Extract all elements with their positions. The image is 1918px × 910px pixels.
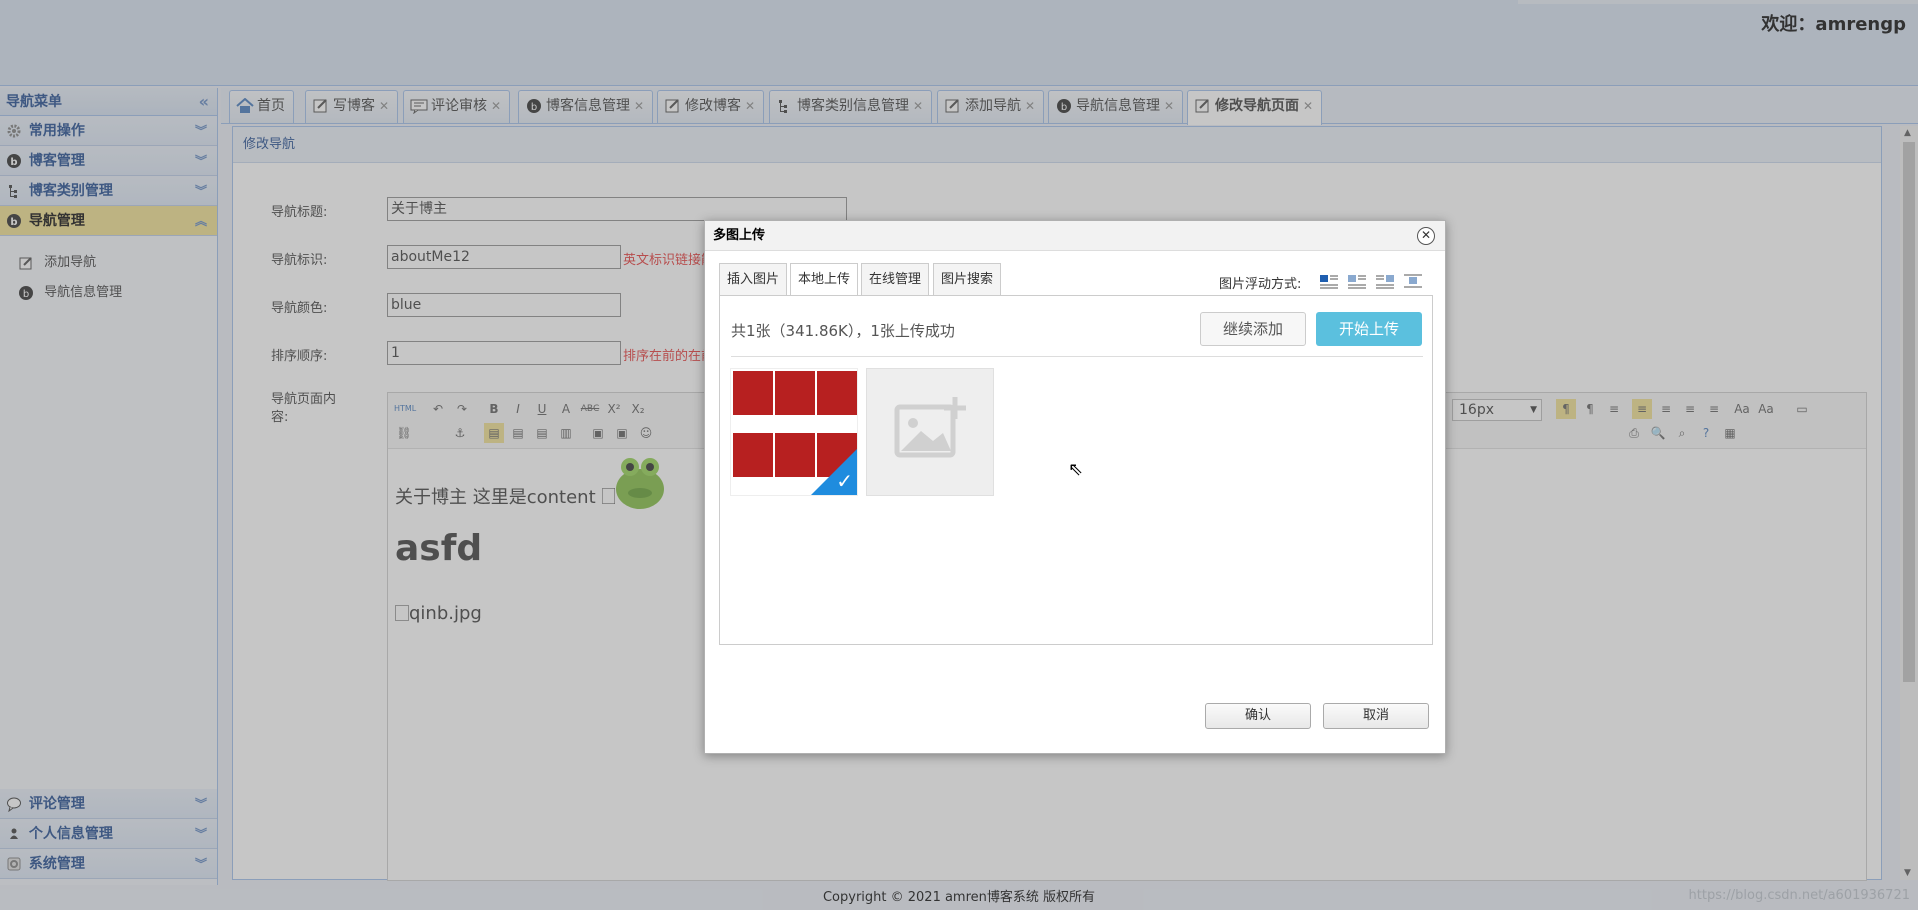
tab-insert-image[interactable]: 插入图片 (719, 263, 788, 295)
poster-image (775, 433, 815, 495)
cancel-button[interactable]: 取消 (1323, 703, 1429, 729)
tab-online-manage[interactable]: 在线管理 (861, 263, 930, 295)
mouse-cursor: ⇖ (1068, 459, 1084, 480)
tab-local-upload[interactable]: 本地上传 (790, 263, 859, 296)
float-right-icon[interactable] (1375, 273, 1395, 289)
confirm-button[interactable]: 确认 (1205, 703, 1311, 729)
multi-image-upload-dialog: 多图上传 ✕ 插入图片 本地上传 在线管理 图片搜索 图片浮动方式: 共1张（3… (704, 220, 1446, 754)
float-mode-label: 图片浮动方式: (1219, 277, 1302, 292)
add-image-icon (894, 397, 966, 458)
uploaded-image-thumbnail[interactable]: ✓ (730, 368, 858, 496)
poster-image (733, 371, 773, 433)
add-image-placeholder[interactable] (866, 368, 994, 496)
upload-divider (731, 356, 1423, 357)
poster-image (775, 371, 815, 433)
start-upload-button[interactable]: 开始上传 (1316, 312, 1422, 346)
float-left-icon[interactable] (1347, 273, 1367, 289)
dialog-title: 多图上传 (705, 221, 1445, 251)
float-center-icon[interactable] (1403, 273, 1423, 289)
poster-image (733, 433, 773, 495)
poster-image (817, 371, 857, 433)
upload-status: 共1张（341.86K），1张上传成功 (731, 322, 955, 340)
tab-image-search[interactable]: 图片搜索 (933, 263, 1002, 295)
float-none-icon[interactable] (1319, 273, 1339, 289)
close-icon[interactable]: ✕ (1417, 227, 1435, 245)
checkmark-icon: ✓ (836, 469, 853, 493)
continue-add-button[interactable]: 继续添加 (1200, 312, 1306, 346)
